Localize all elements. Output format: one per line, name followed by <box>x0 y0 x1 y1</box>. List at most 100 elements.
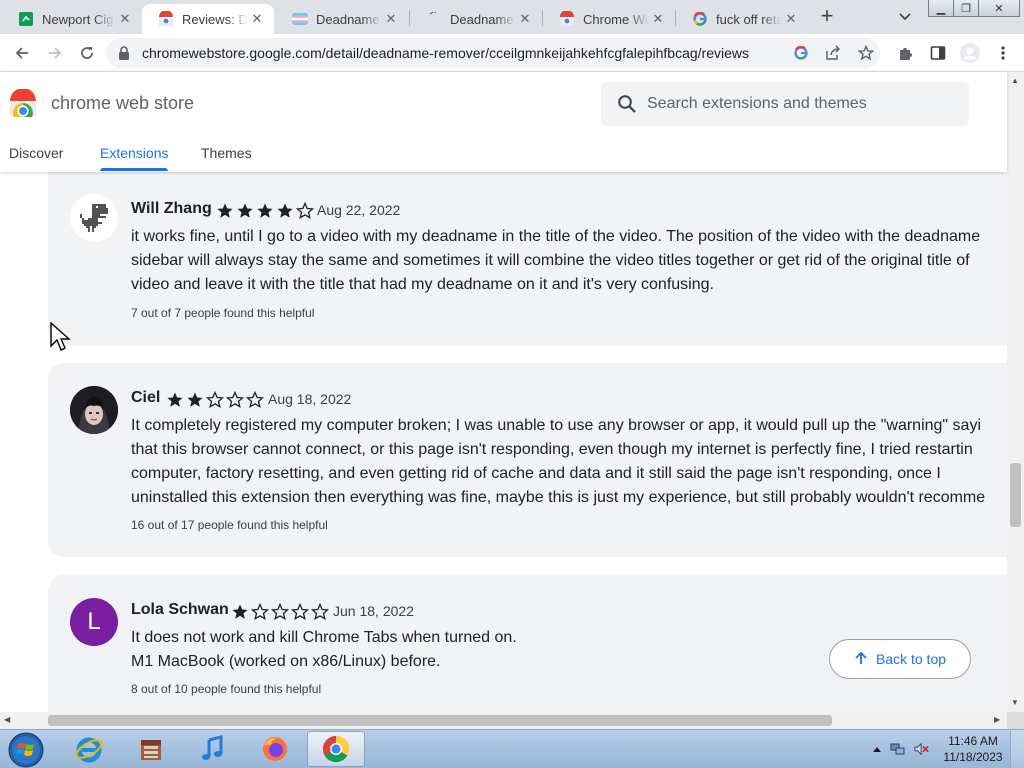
google-icon[interactable] <box>792 44 810 62</box>
star-filled-icon <box>235 201 254 220</box>
close-icon[interactable]: ✕ <box>782 10 800 28</box>
star-rating <box>165 390 264 409</box>
scrollbar-thumb[interactable] <box>48 715 832 726</box>
volume-muted-icon[interactable] <box>914 742 930 756</box>
scroll-down-arrow-icon[interactable]: ▼ <box>1011 698 1019 707</box>
store-header: chrome web store Discover Extensions The… <box>0 72 1007 172</box>
search-input[interactable] <box>647 90 947 118</box>
url-text: chromewebstore.google.com/detail/deadnam… <box>142 45 749 61</box>
horizontal-scrollbar[interactable]: ◀ ▶ <box>0 712 1007 729</box>
browser-toolbar: chromewebstore.google.com/detail/deadnam… <box>0 34 1024 72</box>
back-to-top-button[interactable]: Back to top <box>829 639 971 679</box>
close-window-button[interactable]: ✕ <box>978 0 1020 17</box>
star-filled-icon <box>185 390 204 409</box>
google-icon <box>692 11 708 27</box>
review-date: Aug 18, 2022 <box>268 391 352 407</box>
review-card: Will Zhang Aug 22, 2022 it works fine, u… <box>48 172 1007 346</box>
star-empty-icon <box>310 602 329 621</box>
browser-tab-2[interactable]: Deadname R ✕ <box>276 4 408 34</box>
close-icon[interactable]: ✕ <box>649 10 667 28</box>
store-name[interactable]: chrome web store <box>51 93 194 114</box>
tab-title: fuck off retar <box>716 11 782 27</box>
tab-title: Chrome Web <box>583 11 649 27</box>
browser-tab-4[interactable]: Chrome Web ✕ <box>543 4 675 34</box>
helpful-count: 8 out of 10 people found this helpful <box>131 682 322 696</box>
music-icon[interactable] <box>184 731 242 767</box>
lock-icon[interactable] <box>118 46 130 65</box>
review-card: Ciel Aug 18, 2022 It completely register… <box>48 363 1007 557</box>
star-filled-icon <box>165 390 184 409</box>
profile-avatar-icon[interactable] <box>959 42 981 64</box>
clock-date: 11/18/2023 <box>943 750 1003 764</box>
page-icon <box>426 11 442 27</box>
chrome-icon[interactable] <box>307 731 365 767</box>
search-box[interactable] <box>601 82 969 126</box>
browser-tab-3[interactable]: Deadname R ✕ <box>410 4 542 34</box>
tab-extensions[interactable]: Extensions <box>100 145 168 161</box>
close-icon[interactable]: ✕ <box>116 10 134 28</box>
address-bar[interactable]: chromewebstore.google.com/detail/deadnam… <box>106 38 880 68</box>
browser-tab-1[interactable]: Reviews: Dea ✕ <box>142 4 274 34</box>
browser-tab-0[interactable]: Newport Cig ✕ <box>2 4 142 34</box>
chrome-webstore-icon <box>559 11 575 27</box>
chevron-down-icon[interactable] <box>896 8 914 26</box>
browser-tab-5[interactable]: fuck off retar ✕ <box>676 4 808 34</box>
star-empty-icon <box>205 390 224 409</box>
trans-flag-icon <box>292 11 308 27</box>
helpful-count: 7 out of 7 people found this helpful <box>131 306 315 320</box>
arrow-up-icon <box>854 651 868 668</box>
tab-discover[interactable]: Discover <box>9 145 63 161</box>
back-arrow-icon[interactable] <box>11 42 33 64</box>
star-filled-icon <box>275 201 294 220</box>
helpful-count: 16 out of 17 people found this helpful <box>131 518 328 532</box>
internet-explorer-icon[interactable] <box>60 731 118 767</box>
close-icon[interactable]: ✕ <box>516 10 534 28</box>
archive-icon[interactable] <box>122 731 180 767</box>
kebab-menu-icon[interactable] <box>992 42 1014 64</box>
green-sheet-icon <box>18 11 34 27</box>
search-icon <box>617 94 637 119</box>
scroll-left-arrow-icon[interactable]: ◀ <box>4 715 10 724</box>
restore-button[interactable]: ❐ <box>953 0 979 17</box>
minimize-button[interactable]: ▁ <box>928 0 954 17</box>
close-icon[interactable]: ✕ <box>382 10 400 28</box>
new-tab-button[interactable]: + <box>816 5 838 28</box>
scrollbar-corner <box>1007 712 1024 729</box>
windows-taskbar: 11:46 AM 11/18/2023 <box>0 729 1024 768</box>
review-author: Will Zhang <box>131 200 212 217</box>
start-button[interactable] <box>6 731 46 768</box>
chrome-webstore-logo-icon[interactable] <box>8 88 38 119</box>
mouse-cursor-icon <box>50 321 74 359</box>
active-tab-indicator <box>100 168 168 171</box>
vertical-scrollbar[interactable]: ▲ ▼ <box>1007 72 1024 712</box>
forward-arrow-icon[interactable] <box>44 42 66 64</box>
scroll-up-arrow-icon[interactable]: ▲ <box>1011 76 1019 85</box>
star-empty-icon <box>250 602 269 621</box>
review-author: Lola Schwan <box>131 601 229 618</box>
chrome-webstore-icon <box>158 11 174 27</box>
tab-title: Reviews: Dea <box>182 11 248 27</box>
review-text: It completely registered my computer bro… <box>131 417 986 506</box>
scroll-right-arrow-icon[interactable]: ▶ <box>994 715 1000 724</box>
side-panel-icon[interactable] <box>927 42 949 64</box>
letter-avatar: L <box>70 598 118 646</box>
show-desktop-button[interactable] <box>1010 730 1024 768</box>
tab-title: Deadname R <box>450 11 516 27</box>
tray-expand-icon[interactable] <box>869 742 885 756</box>
reload-icon[interactable] <box>76 42 98 64</box>
close-icon[interactable]: ✕ <box>248 10 266 28</box>
bookmark-star-icon[interactable] <box>857 44 875 62</box>
system-clock[interactable]: 11:46 AM 11/18/2023 <box>940 733 1006 765</box>
share-icon[interactable] <box>824 44 842 62</box>
review-author: Ciel <box>131 389 161 406</box>
tab-themes[interactable]: Themes <box>201 145 252 161</box>
star-empty-icon <box>245 390 264 409</box>
review-text: it works fine, until I go to a video wit… <box>131 228 981 293</box>
extensions-puzzle-icon[interactable] <box>895 42 917 64</box>
scrollbar-thumb[interactable] <box>1010 463 1021 527</box>
star-filled-icon <box>230 602 249 621</box>
firefox-icon[interactable] <box>246 731 304 767</box>
review-date: Aug 22, 2022 <box>317 202 401 218</box>
network-icon[interactable] <box>890 742 906 756</box>
tab-strip: Newport Cig ✕ Reviews: Dea ✕ Deadname R … <box>0 0 1024 34</box>
